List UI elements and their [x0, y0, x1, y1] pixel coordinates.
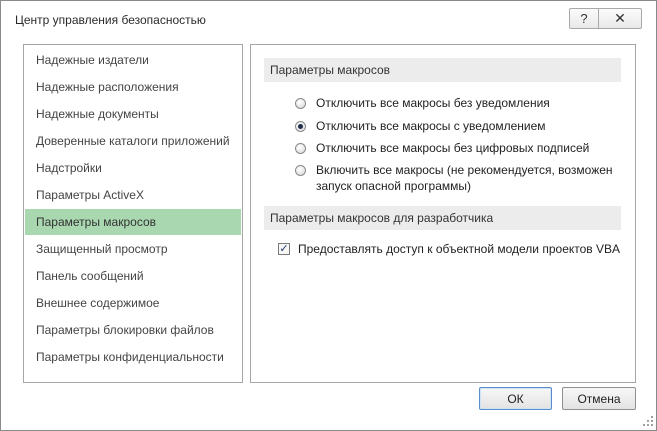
- vba-access-option[interactable]: ✓ Предоставлять доступ к объектной модел…: [278, 241, 620, 257]
- sidebar-item-external-content[interactable]: Внешнее содержимое: [25, 290, 241, 316]
- radio-disable-no-notification[interactable]: Отключить все макросы без уведомления: [295, 95, 625, 111]
- radio-label-line1: Включить все макросы (не рекомендуется, …: [316, 163, 613, 177]
- sidebar-item-trusted-documents[interactable]: Надежные документы: [25, 101, 241, 127]
- sidebar-item-protected-view[interactable]: Защищенный просмотр: [25, 236, 241, 262]
- help-button[interactable]: ?: [569, 8, 599, 29]
- radio-label-line2: запуск опасной программы): [316, 179, 471, 193]
- developer-settings-header: Параметры макросов для разработчика: [264, 206, 621, 230]
- radio-label: Отключить все макросы без уведомления: [316, 96, 550, 110]
- sidebar-item-trusted-app-catalogs[interactable]: Доверенные каталоги приложений: [25, 128, 241, 154]
- title-bar: Центр управления безопасностью ? ✕: [1, 1, 656, 39]
- help-icon: ?: [580, 11, 588, 26]
- radio-disable-with-notification[interactable]: Отключить все макросы с уведомлением: [295, 118, 625, 134]
- radio-label: Отключить все макросы без цифровых подпи…: [316, 141, 590, 155]
- close-icon: ✕: [614, 10, 626, 26]
- radio-label: Отключить все макросы с уведомлением: [316, 119, 546, 133]
- content-panel: Параметры макросов Отключить все макросы…: [250, 44, 636, 383]
- sidebar-item-file-block[interactable]: Параметры блокировки файлов: [25, 317, 241, 343]
- ok-button[interactable]: ОК: [479, 387, 552, 410]
- radio-button[interactable]: [295, 98, 306, 109]
- window-title: Центр управления безопасностью: [15, 13, 206, 27]
- vba-access-checkbox[interactable]: ✓: [278, 243, 290, 255]
- radio-label: Включить все макросы (не рекомендуется, …: [316, 162, 613, 194]
- radio-button[interactable]: [295, 165, 306, 176]
- macro-settings-header: Параметры макросов: [264, 58, 621, 82]
- cancel-button[interactable]: Отмена: [562, 387, 636, 410]
- sidebar-item-message-bar[interactable]: Панель сообщений: [25, 263, 241, 289]
- sidebar-item-trusted-publishers[interactable]: Надежные издатели: [25, 47, 241, 73]
- radio-disable-unsigned[interactable]: Отключить все макросы без цифровых подпи…: [295, 140, 625, 156]
- radio-enable-all[interactable]: Включить все макросы (не рекомендуется, …: [295, 162, 625, 194]
- sidebar-nav: Надежные издатели Надежные расположения …: [23, 44, 243, 383]
- sidebar-item-privacy[interactable]: Параметры конфиденциальности: [25, 344, 241, 370]
- sidebar-item-addins[interactable]: Надстройки: [25, 155, 241, 181]
- check-icon: ✓: [279, 243, 289, 255]
- resize-grip-icon[interactable]: [642, 415, 654, 427]
- sidebar-item-macro-settings[interactable]: Параметры макросов: [25, 209, 241, 235]
- sidebar-item-activex[interactable]: Параметры ActiveX: [25, 182, 241, 208]
- sidebar-item-trusted-locations[interactable]: Надежные расположения: [25, 74, 241, 100]
- radio-button-selected[interactable]: [295, 121, 306, 132]
- trust-center-dialog: Центр управления безопасностью ? ✕ Надеж…: [0, 0, 657, 431]
- close-button[interactable]: ✕: [598, 8, 642, 29]
- radio-button[interactable]: [295, 143, 306, 154]
- vba-access-label: Предоставлять доступ к объектной модели …: [298, 242, 621, 256]
